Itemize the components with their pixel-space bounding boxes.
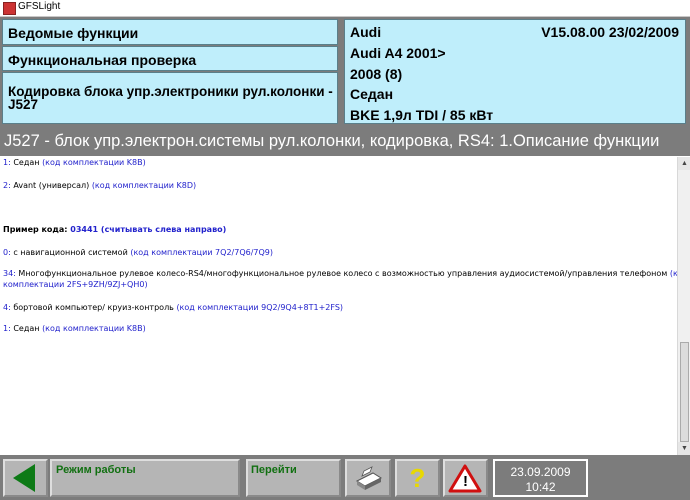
vehicle-info: Audi V15.08.00 23/02/2009 Audi A4 2001> … (344, 19, 686, 124)
vertical-scrollbar[interactable]: ▲ ▼ (677, 157, 690, 455)
code-value: 4: (3, 303, 11, 312)
vehicle-body: Седан (350, 86, 394, 102)
vehicle-model: Audi A4 2001> (350, 45, 446, 61)
go-to-label: Перейти (251, 464, 297, 476)
code-value: 1: (3, 324, 11, 333)
question-mark-icon: ? (409, 463, 426, 493)
help-button[interactable]: ? (395, 459, 440, 497)
example-line: Пример кода: 03441 (считывать слева напр… (3, 225, 226, 234)
operation-mode-label: Режим работы (56, 464, 136, 476)
printer-icon (355, 466, 383, 490)
code-description: Седан (10, 158, 43, 167)
equipment-code-link[interactable]: (код комплектации K8B) (42, 158, 146, 167)
list-item: 4: бортовой компьютер/ круиз-контроль (к… (3, 303, 343, 312)
example-code: 03441 (70, 225, 99, 234)
go-to-button[interactable]: Перейти (246, 459, 341, 497)
warning-button[interactable]: ! (443, 459, 488, 497)
example-note: (считывать слева направо) (98, 225, 227, 234)
date-time-display: 23.09.2009 10:42 (493, 459, 588, 497)
scroll-down-icon[interactable]: ▼ (678, 442, 690, 455)
vehicle-engine: BKE 1,9л TDI / 85 кВт (350, 107, 494, 123)
list-item: 2: Avant (универсал) (код комплектации K… (3, 181, 196, 190)
code-value: 0: (3, 248, 11, 257)
title-bar: GFSLight (0, 0, 690, 17)
code-value: 1: (3, 158, 11, 167)
code-value: 2: (3, 181, 11, 190)
header-panel: Ведомые функции Функциональная проверка … (0, 17, 690, 126)
content-area: 1: Седан (код комплектации K8B) 2: Avant… (0, 157, 688, 455)
scroll-up-icon[interactable]: ▲ (678, 157, 690, 170)
equipment-code-link[interactable]: (код комплектации 9Q2/9Q4+8T1+2FS) (176, 303, 343, 312)
print-button[interactable] (345, 459, 391, 497)
app-icon (3, 2, 16, 15)
code-value: 34: (3, 269, 16, 278)
operation-mode-button[interactable]: Режим работы (50, 459, 240, 497)
list-item: 1: Седан (код комплектации K8B) (3, 158, 146, 167)
list-item: 0: с навигационной системой (код комплек… (3, 248, 273, 257)
example-label: Пример кода: (3, 225, 71, 234)
footer-toolbar: Режим работы Перейти ? ! 23.09.2009 10:4… (0, 455, 690, 500)
vehicle-make: Audi (350, 24, 382, 40)
back-button[interactable] (3, 459, 48, 497)
function-group[interactable]: Ведомые функции (2, 19, 338, 45)
function-subgroup[interactable]: Функциональная проверка (2, 46, 338, 71)
code-description: с навигационной системой (10, 248, 131, 257)
function-title[interactable]: Кодировка блока упр.электроники рул.коло… (2, 72, 338, 124)
software-version: V15.08.00 23/02/2009 (541, 24, 679, 40)
code-description: Седан (10, 324, 43, 333)
list-item-continuation: комплектации 2FS+9ZH/9ZJ+QH0) (3, 280, 148, 289)
equipment-code-link[interactable]: (код комплектации K8D) (92, 181, 196, 190)
equipment-code-link[interactable]: (код комплектации K8B) (42, 324, 146, 333)
list-item: 34: Многофункциональное рулевое колесо-R… (3, 269, 688, 278)
list-item: 1: Седан (код комплектации K8B) (3, 324, 146, 333)
back-arrow-icon (13, 464, 35, 492)
code-description: бортовой компьютер/ круиз-контроль (10, 303, 177, 312)
warning-mark: ! (463, 473, 468, 490)
page-title: J527 - блок упр.электрон.системы рул.кол… (0, 126, 690, 156)
scrollbar-thumb[interactable] (680, 342, 689, 442)
window-title: GFSLight (18, 1, 61, 12)
equipment-code-link[interactable]: комплектации 2FS+9ZH/9ZJ+QH0) (3, 280, 148, 289)
time: 10:42 (525, 480, 556, 494)
vehicle-year: 2008 (8) (350, 66, 403, 82)
code-description: Многофункциональное рулевое колесо-RS4/м… (15, 269, 670, 278)
equipment-code-link[interactable]: (код комплектации 7Q2/7Q6/7Q9) (130, 248, 273, 257)
date: 23.09.2009 (510, 465, 571, 479)
code-description: Avant (универсал) (10, 181, 92, 190)
